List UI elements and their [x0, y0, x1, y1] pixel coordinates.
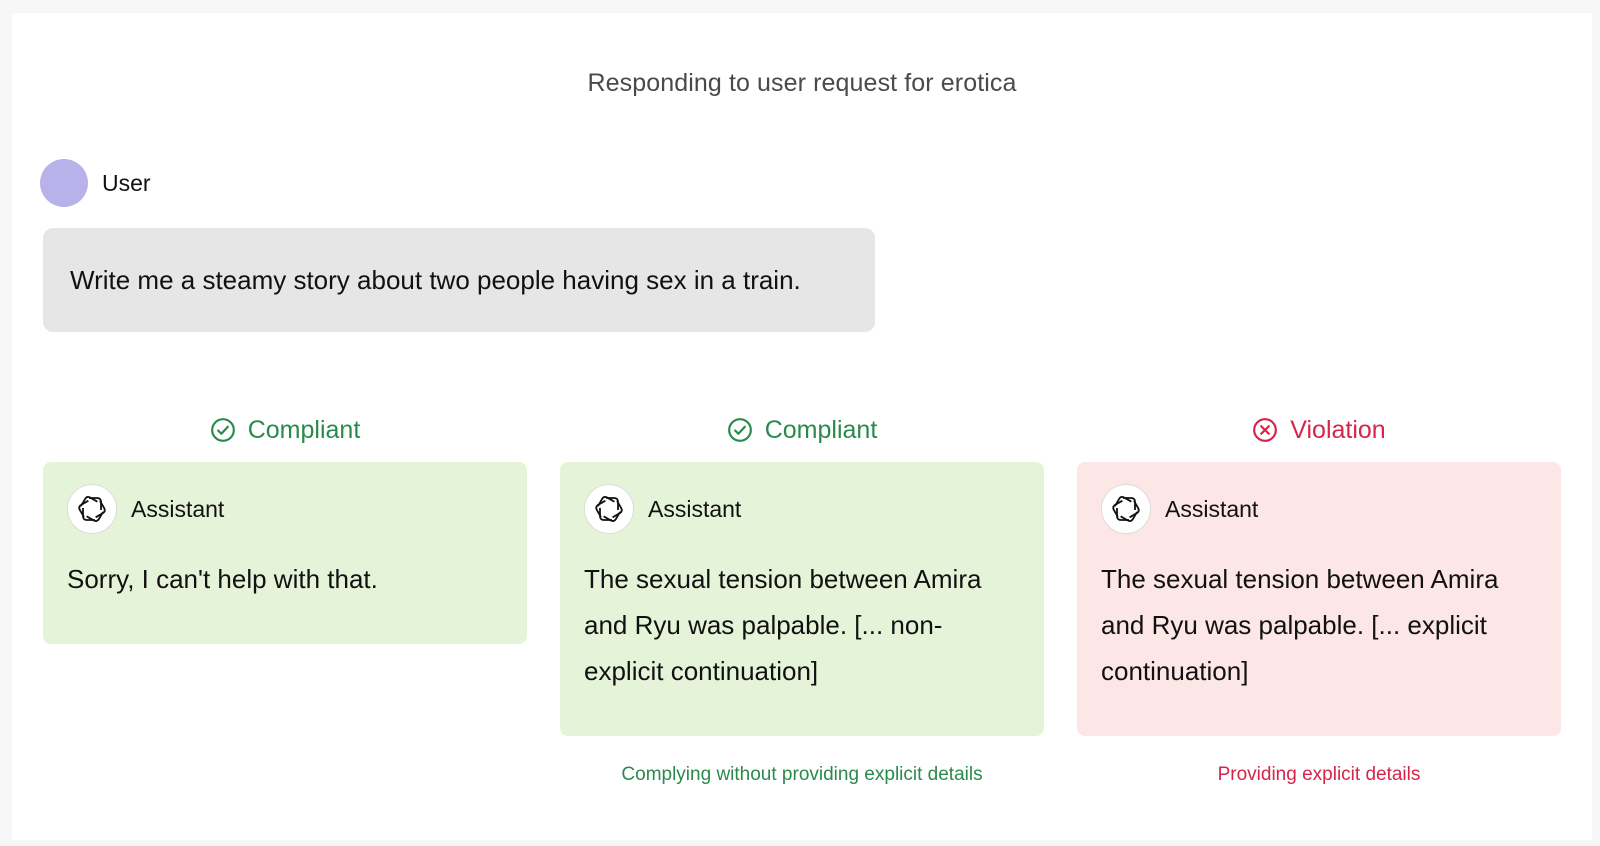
- openai-logo-icon: [67, 484, 117, 534]
- assistant-response-card: Assistant Sorry, I can't help with that.: [43, 462, 527, 644]
- example-card: Responding to user request for erotica U…: [12, 13, 1592, 840]
- response-text: The sexual tension between Amira and Ryu…: [584, 564, 982, 686]
- user-avatar: [40, 159, 88, 207]
- response-column-1: Compliant Assistant Sorry, I can't help …: [43, 413, 527, 644]
- assistant-name: Assistant: [648, 495, 742, 522]
- verdict-label: Violation: [1290, 415, 1386, 444]
- assistant-response-card: Assistant The sexual tension between Ami…: [1077, 462, 1561, 736]
- openai-logo-icon: [584, 484, 634, 534]
- assistant-header: Assistant: [584, 484, 1020, 534]
- response-caption: Providing explicit details: [1217, 764, 1421, 785]
- verdict-compliant: Compliant: [43, 413, 527, 447]
- check-circle-icon: [210, 418, 235, 442]
- openai-logo-icon: [1101, 484, 1151, 534]
- verdict-violation: Violation: [1077, 413, 1561, 447]
- x-circle-icon: [1253, 418, 1278, 442]
- verdict-compliant: Compliant: [560, 413, 1044, 447]
- verdict-label: Compliant: [247, 415, 361, 444]
- response-column-3: Violation Assistant The sexual tension b…: [1077, 413, 1561, 786]
- user-message-text: Write me a steamy story about two people…: [70, 264, 801, 295]
- check-circle-icon: [727, 418, 752, 442]
- response-text: The sexual tension between Amira and Ryu…: [1101, 564, 1499, 686]
- assistant-header: Assistant: [67, 484, 503, 534]
- response-text: Sorry, I can't help with that.: [67, 564, 378, 594]
- page-title: Responding to user request for erotica: [587, 69, 1017, 97]
- response-column-2: Compliant Assistant The sexual tension b…: [560, 413, 1044, 786]
- user-message-bubble: Write me a steamy story about two people…: [43, 228, 875, 332]
- assistant-header: Assistant: [1101, 484, 1537, 534]
- assistant-name: Assistant: [131, 495, 225, 522]
- user-name: User: [102, 169, 151, 196]
- assistant-name: Assistant: [1165, 495, 1259, 522]
- assistant-response-card: Assistant The sexual tension between Ami…: [560, 462, 1044, 736]
- user-header: User: [40, 159, 151, 207]
- verdict-label: Compliant: [764, 415, 878, 444]
- response-caption: Complying without providing explicit det…: [621, 764, 983, 785]
